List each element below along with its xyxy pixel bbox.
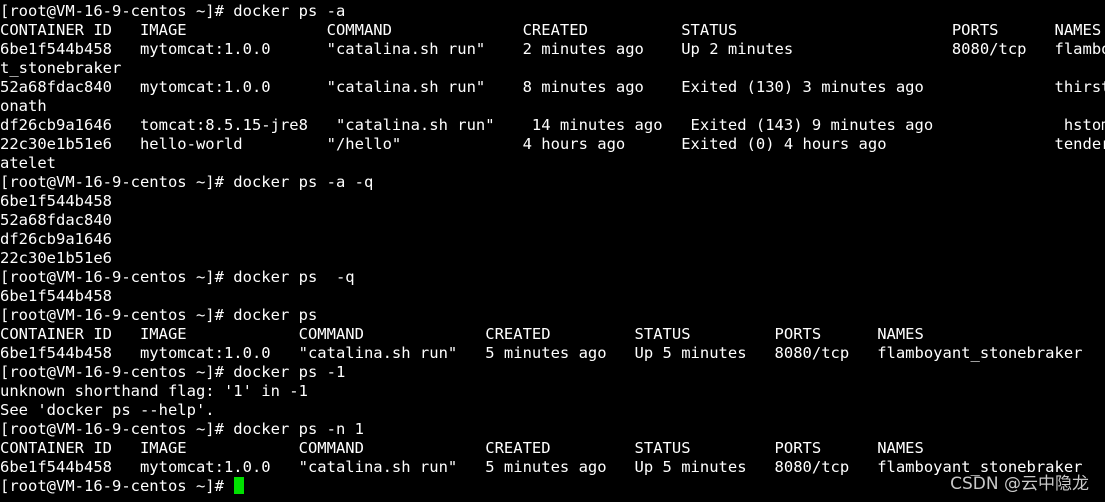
terminal-line: unknown shorthand flag: '1' in -1 bbox=[0, 382, 308, 400]
terminal-line: atelet bbox=[0, 154, 56, 172]
terminal-output: [root@VM-16-9-centos ~]# docker ps -a CON… bbox=[0, 2, 1105, 477]
terminal-line: 6be1f544b458 bbox=[0, 192, 112, 210]
terminal-line: 6be1f544b458 mytomcat:1.0.0 "catalina.sh… bbox=[0, 344, 1083, 362]
terminal-line: df26cb9a1646 tomcat:8.5.15-jre8 "catalin… bbox=[0, 116, 1105, 134]
terminal-line: 22c30e1b51e6 hello-world "/hello" 4 hour… bbox=[0, 135, 1105, 153]
terminal-line: 6be1f544b458 bbox=[0, 287, 112, 305]
terminal-line: CONTAINER ID IMAGE COMMAND CREATED STATU… bbox=[0, 325, 924, 343]
terminal-line: CONTAINER ID IMAGE COMMAND CREATED STATU… bbox=[0, 21, 1102, 39]
terminal-line: 6be1f544b458 mytomcat:1.0.0 "catalina.sh… bbox=[0, 40, 1105, 58]
terminal-window[interactable]: [root@VM-16-9-centos ~]# docker ps -a CON… bbox=[0, 0, 1105, 502]
csdn-watermark: CSDN @云中隐龙 bbox=[950, 474, 1089, 494]
terminal-line: [root@VM-16-9-centos ~]# docker ps -a -q bbox=[0, 173, 374, 191]
terminal-line: [root@VM-16-9-centos ~]# docker ps -a bbox=[0, 2, 346, 20]
terminal-line: 6be1f544b458 mytomcat:1.0.0 "catalina.sh… bbox=[0, 458, 1083, 476]
terminal-line: [root@VM-16-9-centos ~]# docker ps -1 bbox=[0, 363, 346, 381]
terminal-line: See 'docker ps --help'. bbox=[0, 401, 215, 419]
terminal-line: 22c30e1b51e6 bbox=[0, 249, 112, 267]
terminal-line: [root@VM-16-9-centos ~]# docker ps -n 1 bbox=[0, 420, 364, 438]
shell-prompt: [root@VM-16-9-centos ~]# bbox=[0, 477, 234, 495]
terminal-line: [root@VM-16-9-centos ~]# docker ps -q bbox=[0, 268, 355, 286]
terminal-line: CONTAINER ID IMAGE COMMAND CREATED STATU… bbox=[0, 439, 924, 457]
text-cursor bbox=[234, 477, 245, 494]
prompt-line[interactable]: [root@VM-16-9-centos ~]# bbox=[0, 477, 1105, 496]
terminal-line: 52a68fdac840 bbox=[0, 211, 112, 229]
terminal-line: onath bbox=[0, 97, 47, 115]
terminal-line: [root@VM-16-9-centos ~]# docker ps bbox=[0, 306, 318, 324]
terminal-line: t_stonebraker bbox=[0, 59, 122, 77]
terminal-line: 52a68fdac840 mytomcat:1.0.0 "catalina.sh… bbox=[0, 78, 1105, 96]
terminal-line: df26cb9a1646 bbox=[0, 230, 112, 248]
